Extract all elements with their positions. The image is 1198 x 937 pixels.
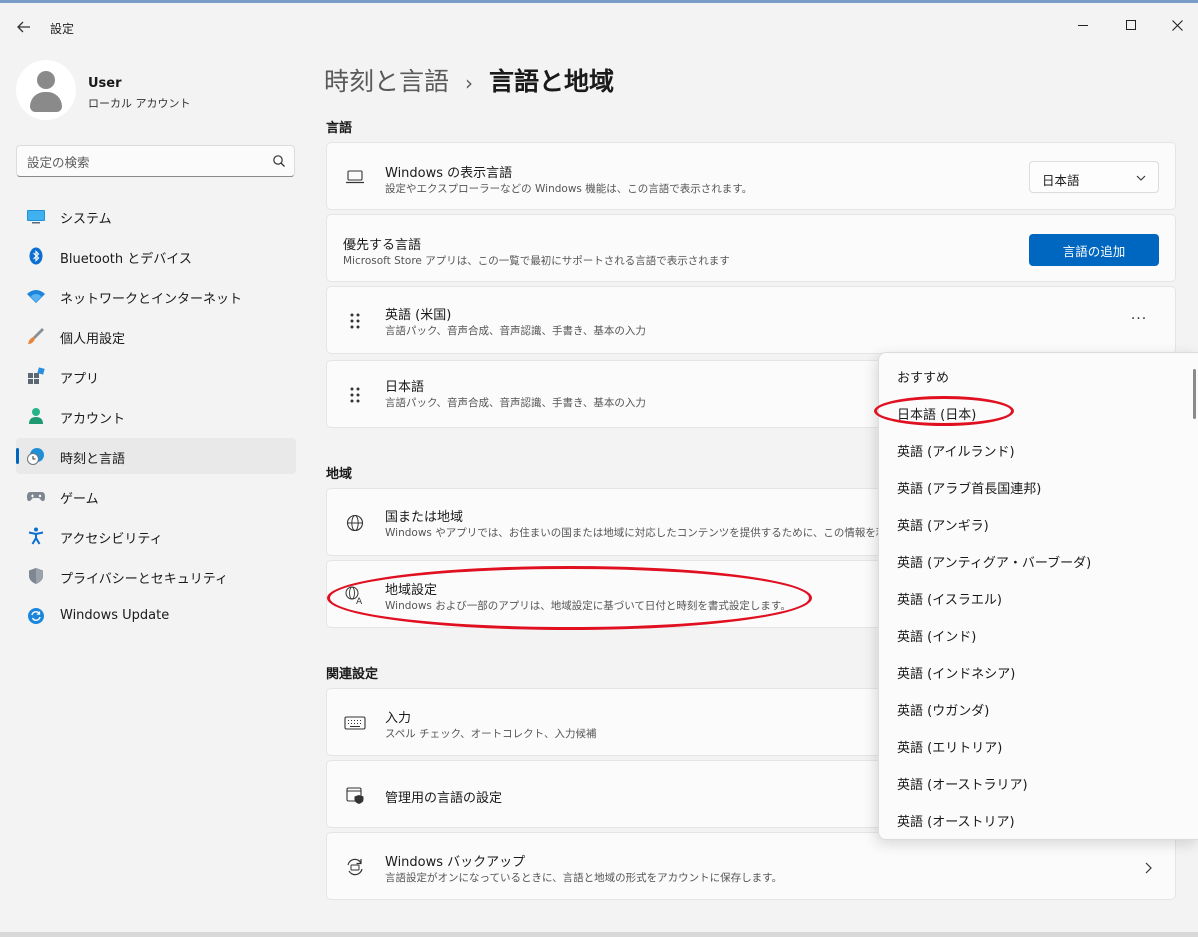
back-button[interactable] [12,15,36,39]
minimize-button[interactable] [1060,11,1106,39]
flyout-item[interactable]: 日本語 (日本) [897,404,976,423]
country-region-title: 国または地域 [385,510,464,525]
search-input[interactable] [27,152,257,172]
account-type: ローカル アカウント [88,97,191,110]
flyout-scrollbar[interactable] [1193,369,1196,419]
brush-icon [28,328,44,344]
sidebar-item-network[interactable]: ネットワークとインターネット [16,278,296,314]
flyout-item[interactable]: 英語 (オーストラリア) [897,774,1028,793]
system-icon [27,210,45,224]
maximize-button[interactable] [1108,11,1154,39]
regional-format-icon: A [343,583,367,607]
close-button[interactable] [1154,11,1198,39]
minimize-icon [1078,24,1088,26]
section-header-language: 言語 [326,121,353,136]
display-language-card: Windows の表示言語 設定やエクスプローラーなどの Windows 機能は… [326,142,1176,210]
page-title: 言語と地域 [489,67,615,96]
admin-language-title: 管理用の言語の設定 [385,791,503,806]
flyout-item[interactable]: 英語 (アンギラ) [897,515,989,534]
update-icon [28,608,44,624]
sidebar-nav: システム Bluetooth とデバイス ネットワークとインターネット 個人用設… [16,198,296,638]
flyout-item[interactable]: 英語 (オーストリア) [897,811,1015,830]
globe-icon [343,511,367,535]
section-header-region: 地域 [326,467,353,482]
preferred-languages-subtitle: Microsoft Store アプリは、この一覧で最初にサポートされる言語で表… [343,255,730,267]
add-language-button[interactable]: 言語の追加 [1029,234,1159,266]
language-subtitle: 言語パック、音声合成、音声認識、手書き、基本の入力 [385,397,646,409]
sidebar-item-bluetooth[interactable]: Bluetooth とデバイス [16,238,296,274]
flyout-item[interactable]: 英語 (インドネシア) [897,663,1015,682]
language-subtitle: 言語パック、音声合成、音声認識、手書き、基本の入力 [385,325,646,337]
search-icon [273,155,285,167]
sidebar-item-privacy[interactable]: プライバシーとセキュリティ [16,558,296,594]
shield-icon [29,568,43,584]
account-icon [29,408,43,424]
language-title: 英語 (米国) [385,308,452,323]
regional-format-subtitle: Windows および一部のアプリは、地域設定に基づいて日付と時刻を書式設定しま… [385,600,791,612]
sidebar-item-apps[interactable]: アプリ [16,358,296,394]
regional-format-title: 地域設定 [385,583,438,598]
laptop-icon [343,165,367,189]
chevron-right-icon [1145,862,1152,874]
flyout-item[interactable]: 英語 (イスラエル) [897,589,1002,608]
preferred-languages-title: 優先する言語 [343,238,422,253]
display-language-subtitle: 設定やエクスプローラーなどの Windows 機能は、この言語で表示されます。 [385,183,753,195]
admin-shield-icon [343,783,367,807]
avatar [16,60,76,120]
language-title: 日本語 [385,380,425,395]
apps-icon [28,367,45,384]
flyout-item[interactable]: 英語 (アンティグア・バーブーダ) [897,552,1091,571]
windows-backup-subtitle: 言語設定がオンになっているときに、言語と地域の形式をアカウントに保存します。 [385,872,783,884]
breadcrumb-separator: › [465,71,474,95]
user-name: User [88,76,122,91]
drag-handle-icon[interactable] [343,383,367,407]
preferred-languages-card: 優先する言語 Microsoft Store アプリは、この一覧で最初にサポート… [326,214,1176,282]
sidebar-item-gaming[interactable]: ゲーム [16,478,296,514]
flyout-item[interactable]: 英語 (インド) [897,626,976,645]
sidebar-item-system[interactable]: システム [16,198,296,234]
wifi-icon [27,290,45,303]
maximize-icon [1126,20,1136,30]
svg-text:A: A [356,597,363,605]
display-language-dropdown[interactable]: 日本語 [1029,161,1159,193]
search-box[interactable] [16,145,295,177]
breadcrumb-parent[interactable]: 時刻と言語 [324,67,449,96]
gamepad-icon [27,492,45,502]
sidebar-item-accessibility[interactable]: アクセシビリティ [16,518,296,554]
display-language-title: Windows の表示言語 [385,166,513,181]
more-options-button[interactable]: ··· [1127,311,1151,331]
sidebar-item-time-language[interactable]: 時刻と言語 [16,438,296,474]
bottom-edge [0,932,1198,937]
display-language-value: 日本語 [1042,173,1080,188]
sidebar-item-windows-update[interactable]: Windows Update [16,598,296,634]
flyout-item[interactable]: おすすめ [897,367,949,386]
flyout-item[interactable]: 英語 (アイルランド) [897,441,1015,460]
accessibility-icon [28,527,44,545]
sidebar-item-accounts[interactable]: アカウント [16,398,296,434]
section-header-related: 関連設定 [326,667,379,682]
chevron-down-icon [1136,175,1146,181]
windows-backup-title: Windows バックアップ [385,855,526,870]
windows-backup-card[interactable]: Windows バックアップ 言語設定がオンになっているときに、言語と地域の形式… [326,832,1176,900]
typing-title: 入力 [385,711,412,726]
user-profile[interactable]: User ローカル アカウント [16,60,296,122]
drag-handle-icon[interactable] [343,309,367,333]
breadcrumb: 時刻と言語 › 言語と地域 [324,62,614,98]
flyout-item[interactable]: 英語 (ウガンダ) [897,700,989,719]
language-options-flyout: おすすめ 日本語 (日本) 英語 (アイルランド) 英語 (アラブ首長国連邦) … [878,352,1198,840]
flyout-item[interactable]: 英語 (アラブ首長国連邦) [897,478,1041,497]
country-region-subtitle: Windows やアプリでは、お住まいの国または地域に対応したコンテンツを提供す… [385,527,908,539]
typing-subtitle: スペル チェック、オートコレクト、入力候補 [385,728,597,740]
close-icon [1171,19,1183,31]
time-language-icon [27,448,44,465]
title-bar: 設定 [0,3,1198,47]
backup-icon [343,855,367,879]
sidebar-item-personalization[interactable]: 個人用設定 [16,318,296,354]
app-title: 設定 [50,22,75,36]
language-item-english-us[interactable]: 英語 (米国) 言語パック、音声合成、音声認識、手書き、基本の入力 ··· [326,286,1176,354]
arrow-left-icon [17,21,30,33]
keyboard-icon [343,711,367,735]
flyout-item[interactable]: 英語 (エリトリア) [897,737,1002,756]
bluetooth-icon [29,247,43,265]
